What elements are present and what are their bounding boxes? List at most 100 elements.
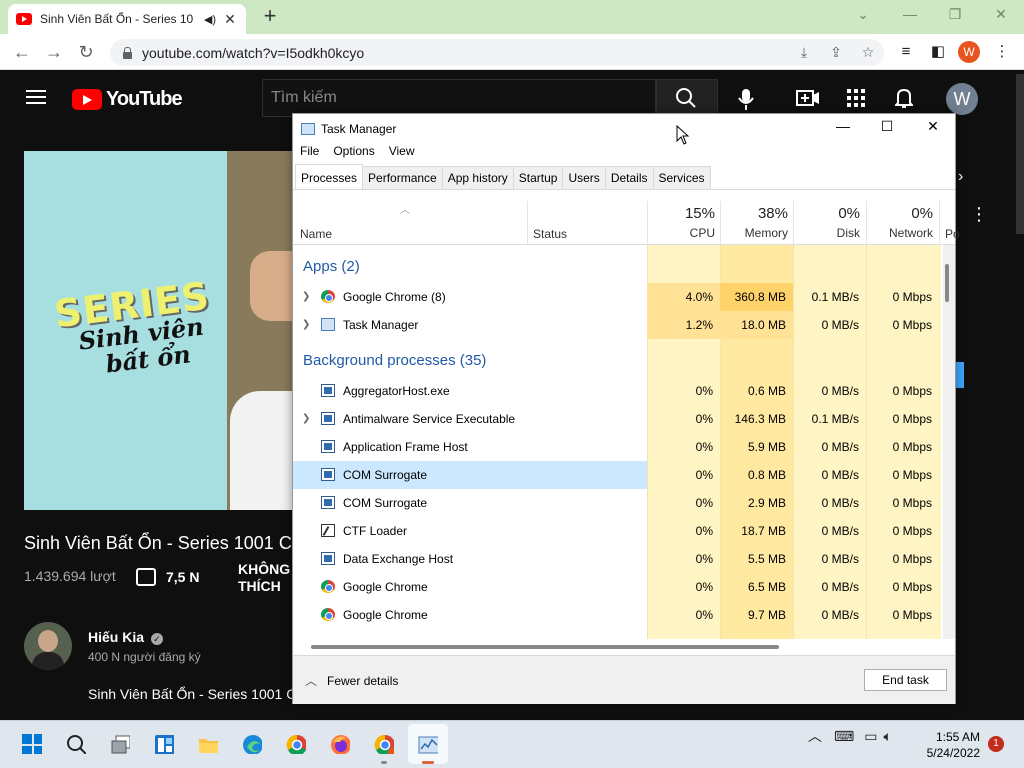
- page-scrollbar[interactable]: [1016, 74, 1024, 234]
- process-row[interactable]: Google Chrome 0% 6.5 MB 0 MB/s 0 Mbps: [293, 573, 941, 601]
- address-bar[interactable]: youtube.com/watch?v=I5odkh0kcyo ⤓ ⇪ ☆: [110, 39, 884, 66]
- show-hidden-icons-chevron-icon[interactable]: ︿: [808, 726, 822, 746]
- lock-icon[interactable]: [122, 46, 132, 59]
- edge-button[interactable]: [232, 724, 272, 764]
- task-manager-icon: [418, 736, 438, 754]
- group-apps[interactable]: Apps (2): [303, 258, 360, 275]
- forward-button[interactable]: →: [42, 40, 66, 64]
- process-row-selected[interactable]: COM Surrogate 0% 0.8 MB 0 MB/s 0 Mbps: [293, 461, 941, 489]
- subscriber-count: 400 N người đăng ký: [88, 650, 201, 664]
- process-row[interactable]: AggregatorHost.exe 0% 0.6 MB 0 MB/s 0 Mb…: [293, 377, 941, 405]
- expand-chevron-icon[interactable]: ❯: [302, 291, 310, 302]
- youtube-play-icon: [72, 89, 102, 110]
- search-taskbar-button[interactable]: [56, 724, 96, 764]
- bookmark-star-icon[interactable]: ☆: [852, 44, 884, 61]
- group-background-processes[interactable]: Background processes (35): [303, 352, 486, 369]
- video-description[interactable]: Sinh Viên Bất Ổn - Series 1001 Cá: [88, 686, 304, 702]
- expand-chevron-icon[interactable]: ❯: [302, 413, 310, 424]
- process-row[interactable]: CTF Loader 0% 18.7 MB 0 MB/s 0 Mbps: [293, 517, 941, 545]
- audio-playing-icon[interactable]: ◀): [204, 13, 216, 26]
- share-icon[interactable]: ⇪: [820, 44, 852, 61]
- process-row[interactable]: COM Surrogate 0% 2.9 MB 0 MB/s 0 Mbps: [293, 489, 941, 517]
- process-row[interactable]: Data Exchange Host 0% 5.5 MB 0 MB/s 0 Mb…: [293, 545, 941, 573]
- file-explorer-button[interactable]: [188, 724, 228, 764]
- col-disk[interactable]: 0% Disk: [795, 205, 860, 240]
- youtube-account-avatar[interactable]: W: [946, 83, 978, 115]
- tab-processes[interactable]: Processes: [295, 164, 364, 189]
- process-row[interactable]: Application Frame Host 0% 5.9 MB 0 MB/s …: [293, 433, 941, 461]
- youtube-search-input[interactable]: Tìm kiếm: [262, 79, 656, 117]
- menu-view[interactable]: View: [382, 144, 422, 164]
- menu-file[interactable]: File: [293, 144, 326, 164]
- back-button[interactable]: ←: [10, 40, 34, 64]
- media-control-icon[interactable]: ≡: [894, 40, 918, 64]
- video-player[interactable]: SERIES Sinh viên bất ổn: [24, 151, 294, 510]
- channel-name[interactable]: Hiếu Kia ✓: [88, 629, 163, 645]
- chrome-taskbar-button[interactable]: [276, 724, 316, 764]
- url-text[interactable]: youtube.com/watch?v=I5odkh0kcyo: [142, 45, 788, 61]
- hamburger-menu-icon[interactable]: [26, 89, 46, 105]
- tab-app-history[interactable]: App history: [441, 166, 514, 189]
- display-icon[interactable]: ▭: [864, 728, 877, 745]
- start-button[interactable]: [12, 724, 52, 764]
- horizontal-scroll-thumb[interactable]: [311, 645, 779, 649]
- col-status[interactable]: Status: [533, 227, 567, 241]
- more-options-icon[interactable]: ⋮: [970, 204, 988, 225]
- tab-search-icon[interactable]: ⌄: [848, 6, 878, 26]
- col-network[interactable]: 0% Network: [868, 205, 933, 240]
- keyboard-icon[interactable]: ⌨: [834, 728, 854, 745]
- menu-options[interactable]: Options: [326, 144, 381, 164]
- install-app-icon[interactable]: ⤓: [788, 44, 820, 61]
- browser-menu-icon[interactable]: ⋮: [990, 40, 1014, 64]
- task-view-button[interactable]: [100, 724, 140, 764]
- process-row[interactable]: ❯ Task Manager 1.2% 18.0 MB 0 MB/s 0 Mbp…: [293, 311, 941, 339]
- widgets-button[interactable]: [144, 724, 184, 764]
- vertical-scrollbar[interactable]: [943, 245, 955, 639]
- col-memory[interactable]: 38% Memory: [722, 205, 788, 240]
- restore-button[interactable]: ❐: [940, 6, 970, 26]
- notifications-bell-icon[interactable]: [895, 88, 913, 108]
- like-button[interactable]: 7,5 N: [136, 568, 199, 586]
- tab-details[interactable]: Details: [604, 166, 654, 189]
- youtube-logo[interactable]: YouTube: [72, 88, 183, 111]
- notification-badge[interactable]: 1: [988, 736, 1004, 752]
- fewer-details-button[interactable]: ︿ Fewer details: [305, 672, 398, 689]
- process-row[interactable]: ❯ Google Chrome (8) 4.0% 360.8 MB 0.1 MB…: [293, 283, 941, 311]
- microphone-icon[interactable]: [738, 88, 754, 110]
- tab-services[interactable]: Services: [652, 166, 711, 189]
- process-row[interactable]: Google Chrome 0% 9.7 MB 0 MB/s 0 Mbps: [293, 601, 941, 629]
- tab-startup[interactable]: Startup: [512, 166, 564, 189]
- clock[interactable]: 1:55 AM 5/24/2022: [924, 729, 980, 761]
- close-window-button[interactable]: ✕: [986, 6, 1016, 26]
- tm-close-button[interactable]: ✕: [919, 118, 947, 140]
- channel-avatar[interactable]: [24, 622, 72, 670]
- create-video-icon[interactable]: [796, 89, 820, 107]
- tm-minimize-button[interactable]: —: [829, 118, 857, 140]
- minimize-button[interactable]: —: [895, 6, 925, 26]
- col-name[interactable]: Name: [300, 227, 332, 241]
- reload-button[interactable]: ↻: [74, 40, 98, 64]
- tab-performance[interactable]: Performance: [362, 166, 443, 189]
- col-cpu[interactable]: 15% CPU: [649, 205, 715, 240]
- tab-users[interactable]: Users: [562, 166, 606, 189]
- vertical-scroll-thumb[interactable]: [945, 264, 949, 302]
- chrome-profile-taskbar-button[interactable]: [364, 724, 404, 764]
- volume-icon[interactable]: 🔈︎: [883, 728, 891, 745]
- youtube-search-button[interactable]: [656, 79, 718, 117]
- process-row[interactable]: ❯ Antimalware Service Executable 0% 146.…: [293, 405, 941, 433]
- expand-chevron-icon[interactable]: ❯: [302, 319, 310, 330]
- tm-maximize-button[interactable]: ☐: [873, 118, 901, 140]
- col-power[interactable]: Po: [945, 227, 960, 241]
- side-panel-icon[interactable]: ◧: [926, 40, 950, 64]
- task-manager-taskbar-button[interactable]: [408, 724, 448, 764]
- tab-close-icon[interactable]: ✕: [222, 11, 238, 28]
- chevron-right-icon[interactable]: ›: [958, 168, 963, 186]
- new-tab-button[interactable]: +: [258, 5, 282, 29]
- firefox-button[interactable]: [320, 724, 360, 764]
- profile-avatar[interactable]: W: [958, 41, 980, 63]
- apps-grid-icon[interactable]: [847, 89, 865, 107]
- dislike-button[interactable]: KHÔNG THÍCH: [238, 561, 290, 595]
- end-task-button[interactable]: End task: [864, 669, 947, 691]
- clock-time: 1:55 AM: [935, 730, 980, 744]
- browser-tab[interactable]: Sinh Viên Bất Ổn - Series 10 ◀) ✕: [8, 4, 246, 34]
